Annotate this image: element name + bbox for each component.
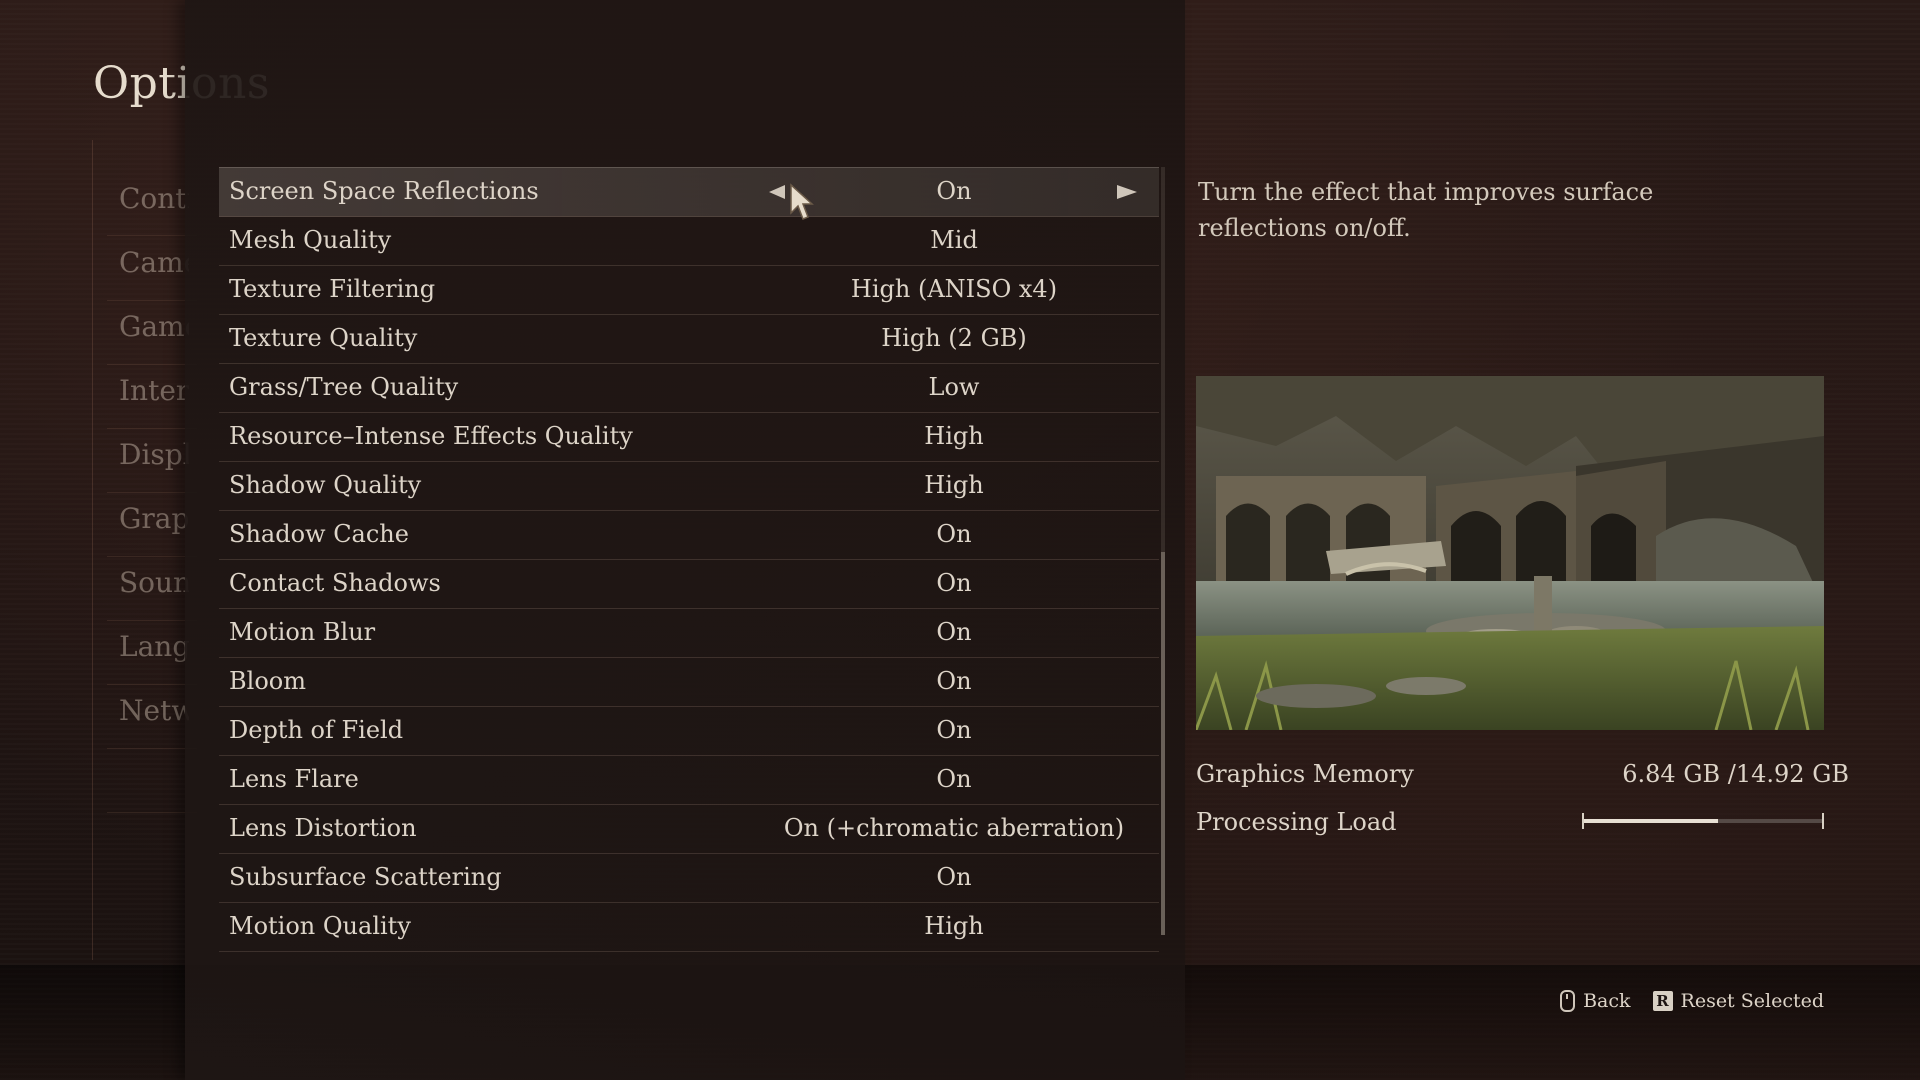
category-game[interactable]: Game [119, 310, 189, 343]
pointer-cursor-icon [790, 183, 814, 220]
graphics-memory-label: Graphics Memory [1196, 760, 1414, 788]
setting-label: Contact Shadows [229, 569, 441, 597]
divider [107, 620, 197, 621]
category-sound[interactable]: Sound [119, 566, 189, 599]
settings-list: Screen Space Reflections On Mesh Quality… [219, 167, 1159, 952]
setting-value: On [936, 765, 972, 793]
setting-row-texture-quality[interactable]: Texture Quality High (2 GB) [219, 315, 1159, 364]
setting-value: On [936, 716, 972, 744]
setting-row-shadow-quality[interactable]: Shadow Quality High [219, 462, 1159, 511]
setting-value: High [924, 912, 984, 940]
setting-value: High (ANISO x4) [850, 275, 1058, 303]
setting-value: Low [928, 373, 980, 401]
category-sidebar: Controls Camera Game Interface Display G… [92, 140, 197, 960]
setting-label: Bloom [229, 667, 306, 695]
divider [107, 684, 197, 685]
category-controls[interactable]: Controls [119, 182, 189, 215]
setting-label: Texture Quality [229, 324, 418, 352]
divider [107, 748, 197, 749]
mouse-icon [1560, 990, 1576, 1012]
setting-row-depth-of-field[interactable]: Depth of Field On [219, 707, 1159, 756]
setting-value: On [936, 618, 972, 646]
setting-value: On [936, 667, 972, 695]
setting-value: High [924, 471, 984, 499]
reset-selected-button[interactable]: Reset Selected [1681, 990, 1824, 1012]
setting-label: Motion Quality [229, 912, 411, 940]
setting-label: Lens Distortion [229, 814, 417, 842]
setting-row-motion-quality[interactable]: Motion Quality High [219, 903, 1159, 952]
divider [107, 235, 197, 236]
setting-row-motion-blur[interactable]: Motion Blur On [219, 609, 1159, 658]
setting-label: Shadow Quality [229, 471, 422, 499]
setting-label: Lens Flare [229, 765, 359, 793]
category-network[interactable]: Network [119, 694, 189, 727]
category-camera[interactable]: Camera [119, 246, 189, 279]
scrollbar-thumb[interactable] [1161, 552, 1165, 935]
settings-scrollbar[interactable] [1161, 167, 1165, 935]
setting-row-screen-space-reflections[interactable]: Screen Space Reflections On [219, 167, 1159, 217]
setting-value: On (+chromatic aberration) [783, 814, 1125, 842]
category-graphics[interactable]: Graphics [119, 502, 189, 535]
divider [107, 428, 197, 429]
footer-controls: Back R Reset Selected [1560, 990, 1824, 1012]
r-key-icon: R [1652, 991, 1673, 1011]
load-bar-cap-right [1822, 813, 1824, 829]
setting-value: On [936, 569, 972, 597]
setting-row-subsurface-scattering[interactable]: Subsurface Scattering On [219, 854, 1159, 903]
setting-label: Depth of Field [229, 716, 404, 744]
processing-load-fill [1582, 819, 1718, 823]
category-language[interactable]: Language [119, 630, 189, 663]
setting-label: Mesh Quality [229, 226, 392, 254]
setting-row-shadow-cache[interactable]: Shadow Cache On [219, 511, 1159, 560]
setting-value: Mid [930, 226, 978, 254]
category-interface[interactable]: Interface [119, 374, 189, 407]
preview-image [1196, 376, 1824, 730]
graphics-memory-value: 6.84 GB /14.92 GB [1622, 760, 1849, 788]
divider [107, 300, 197, 301]
category-display[interactable]: Display [119, 438, 189, 471]
setting-label: Resource–Intense Effects Quality [229, 422, 633, 450]
load-bar-cap-left [1582, 813, 1584, 829]
setting-value: High [924, 422, 984, 450]
processing-load-bar [1582, 813, 1824, 829]
setting-label: Grass/Tree Quality [229, 373, 459, 401]
setting-label: Screen Space Reflections [229, 177, 539, 205]
setting-row-contact-shadows[interactable]: Contact Shadows On [219, 560, 1159, 609]
divider [107, 492, 197, 493]
setting-value: High (2 GB) [881, 324, 1027, 352]
setting-value: On [936, 863, 972, 891]
setting-row-mesh-quality[interactable]: Mesh Quality Mid [219, 217, 1159, 266]
processing-load-label: Processing Load [1196, 808, 1397, 836]
divider [107, 364, 197, 365]
right-arrow-icon[interactable] [1117, 185, 1137, 199]
setting-row-resource-intense-effects[interactable]: Resource–Intense Effects Quality High [219, 413, 1159, 462]
divider [107, 556, 197, 557]
setting-label: Texture Filtering [229, 275, 436, 303]
setting-row-bloom[interactable]: Bloom On [219, 658, 1159, 707]
setting-value: On [936, 520, 972, 548]
setting-label: Subsurface Scattering [229, 863, 502, 891]
setting-description: Turn the effect that improves surface re… [1198, 178, 1654, 242]
setting-row-lens-flare[interactable]: Lens Flare On [219, 756, 1159, 805]
setting-row-grass-tree-quality[interactable]: Grass/Tree Quality Low [219, 364, 1159, 413]
setting-row-texture-filtering[interactable]: Texture Filtering High (ANISO x4) [219, 266, 1159, 315]
setting-label: Motion Blur [229, 618, 376, 646]
back-button[interactable]: Back [1583, 990, 1630, 1012]
divider [107, 812, 197, 813]
setting-row-lens-distortion[interactable]: Lens Distortion On (+chromatic aberratio… [219, 805, 1159, 854]
setting-label: Shadow Cache [229, 520, 409, 548]
